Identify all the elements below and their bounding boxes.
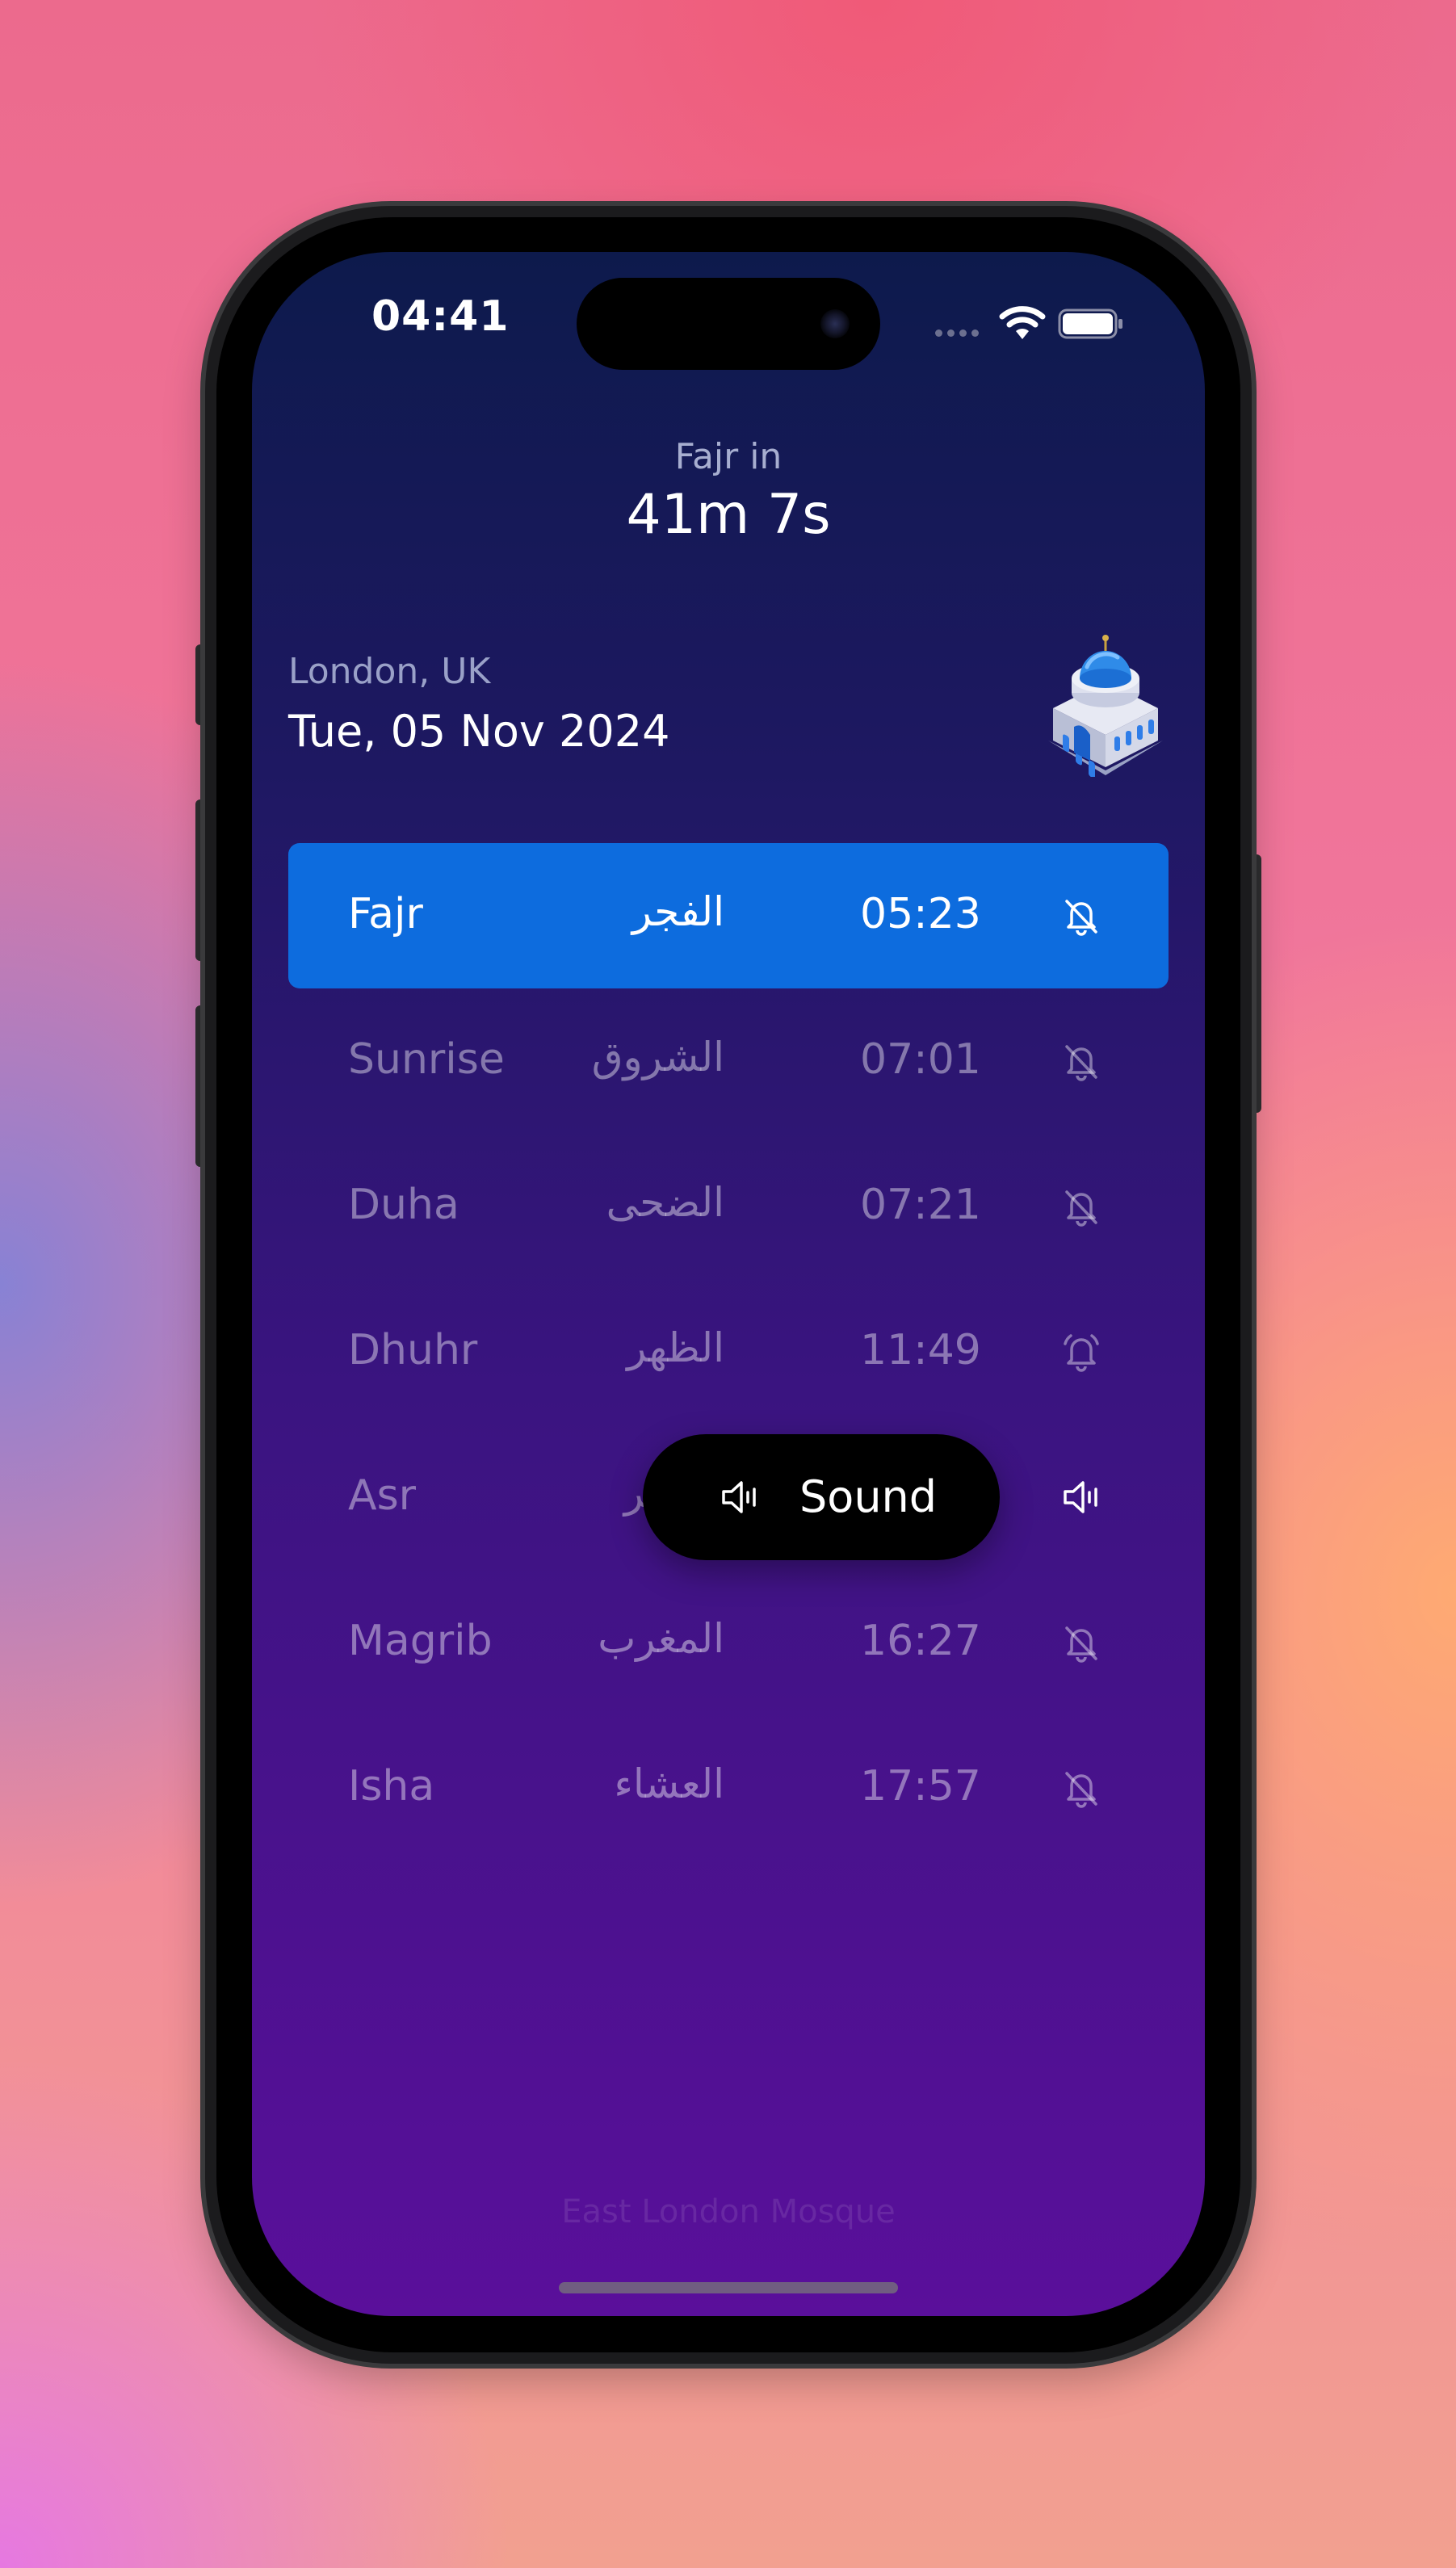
bell-icon[interactable] (1057, 1328, 1106, 1376)
next-prayer-label: Fajr in (674, 436, 783, 477)
prayer-row-sunrise[interactable]: Sunrise الشروق 07:01 (288, 988, 1169, 1134)
bell-off-icon[interactable] (1057, 892, 1106, 940)
bell-off-icon[interactable] (1057, 1618, 1106, 1667)
prayer-name-arabic: العشاء (614, 1760, 724, 1807)
prayer-row-fajr[interactable]: Fajr الفجر 05:23 (288, 843, 1169, 988)
prayer-name: Duha (348, 1181, 459, 1229)
toast-label: Sound (799, 1471, 938, 1522)
countdown-timer: 41m 7s (626, 483, 831, 547)
prayer-row-duha[interactable]: Duha الضحى 07:21 (288, 1134, 1169, 1279)
action-button (195, 644, 205, 725)
prayer-row-dhuhr[interactable]: Dhuhr الظهر 11:49 (288, 1279, 1169, 1425)
prayer-name: Asr (348, 1471, 417, 1520)
prayer-name-arabic: الظهر (627, 1324, 724, 1371)
power-button (1252, 854, 1261, 1113)
prayer-time: 05:23 (860, 890, 981, 938)
prayer-row-isha[interactable]: Isha العشاء 17:57 (288, 1715, 1169, 1861)
wifi-icon (999, 306, 1046, 339)
bell-off-icon[interactable] (1057, 1764, 1106, 1812)
cellular-signal-icon (935, 329, 979, 337)
dynamic-island (577, 278, 880, 370)
app-screen: 04:41 Fajr in 41m 7s London, UK Tue, 05 … (252, 252, 1205, 2316)
prayer-name-arabic: الشروق (591, 1034, 724, 1080)
home-indicator[interactable] (559, 2282, 898, 2293)
prayer-row-magrib[interactable]: Magrib المغرب 16:27 (288, 1570, 1169, 1715)
volume-up-button (195, 799, 205, 961)
prayer-name-arabic: المغرب (598, 1615, 724, 1662)
bell-off-icon[interactable] (1057, 1182, 1106, 1231)
mosque-icon[interactable] (1037, 632, 1174, 777)
prayer-time: 16:27 (860, 1617, 981, 1665)
prayer-time: 17:57 (860, 1762, 981, 1811)
sound-toast: Sound (643, 1434, 1000, 1560)
status-time: 04:41 (371, 292, 510, 341)
camera-icon (820, 309, 850, 338)
speaker-icon (715, 1473, 764, 1521)
date-label: Tue, 05 Nov 2024 (288, 706, 670, 757)
prayer-name: Isha (348, 1762, 435, 1811)
battery-icon (1058, 308, 1122, 339)
prayer-time: 11:49 (860, 1326, 981, 1374)
prayer-time: 07:21 (860, 1181, 981, 1229)
location-label: London, UK (288, 651, 491, 692)
prayer-name-arabic: الفجر (631, 888, 724, 935)
prayer-time: 07:01 (860, 1035, 981, 1084)
bell-off-icon[interactable] (1057, 1037, 1106, 1085)
speaker-icon[interactable] (1057, 1473, 1106, 1521)
prayer-name: Dhuhr (348, 1326, 478, 1374)
volume-down-button (195, 1005, 205, 1167)
prayer-name-arabic: الضحى (606, 1179, 724, 1226)
prayer-name: Fajr (348, 890, 423, 938)
prayer-name: Sunrise (348, 1035, 505, 1084)
mosque-name[interactable]: East London Mosque (252, 2193, 1205, 2230)
prayer-name: Magrib (348, 1617, 493, 1665)
